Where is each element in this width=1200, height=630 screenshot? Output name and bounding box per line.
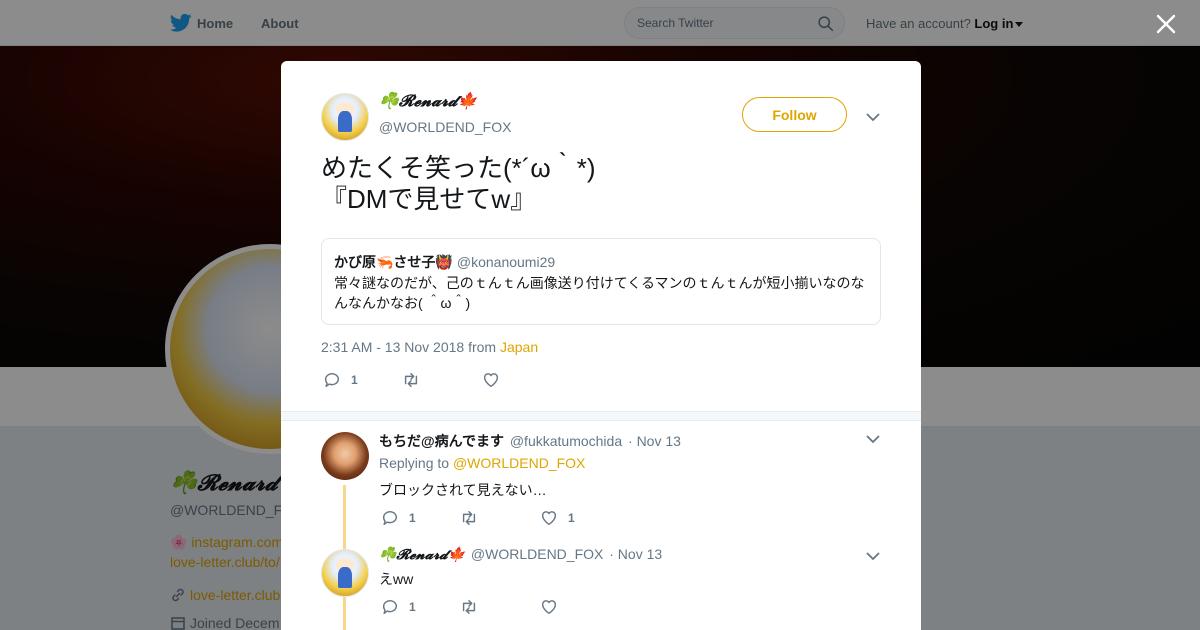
reply-author-name: ☘️𝓡𝓮𝓷𝓪𝓻𝓭🍁 bbox=[379, 547, 466, 563]
reply-avatar[interactable] bbox=[321, 432, 369, 480]
quoted-author-name: かび原🦐させ子👹 bbox=[334, 254, 453, 270]
tweet-timestamp: 2:31 AM - 13 Nov 2018 from Japan bbox=[321, 339, 538, 355]
author-username[interactable]: @WORLDEND_FOX bbox=[379, 119, 511, 135]
quoted-author-handle: @konanoumi29 bbox=[456, 254, 556, 270]
chevron-down-icon[interactable] bbox=[866, 112, 880, 122]
replying-to-mention[interactable]: @WORLDEND_FOX bbox=[453, 455, 585, 471]
reply-icon bbox=[382, 600, 397, 615]
tweet-modal: ☘️𝓡𝓮𝓷𝓪𝓻𝓭🍁 @WORLDEND_FOX Follow めたくそ笑った(*… bbox=[281, 61, 921, 630]
replies-divider bbox=[281, 411, 921, 421]
reply-author-name: もちだ@病んでます bbox=[379, 433, 504, 449]
reply-button[interactable]: 1 bbox=[323, 371, 358, 389]
author-display-name[interactable]: ☘️𝓡𝓮𝓷𝓪𝓻𝓭🍁 bbox=[379, 91, 477, 111]
chevron-down-icon[interactable] bbox=[866, 551, 880, 561]
follow-button[interactable]: Follow bbox=[742, 97, 847, 132]
tweet-text: めたくそ笑った(*´ω｀*) 『DMで見せてw』 bbox=[321, 153, 596, 214]
reply-count: 1 bbox=[409, 600, 416, 614]
retweet-button[interactable] bbox=[460, 509, 478, 527]
replying-to-label: Replying to bbox=[379, 455, 450, 471]
like-button[interactable] bbox=[482, 371, 510, 389]
quoted-tweet[interactable]: かび原🦐させ子👹 @konanoumi29 常々謎なのだが、己のｔんｔん画像送り付… bbox=[321, 238, 881, 325]
like-button[interactable] bbox=[540, 598, 558, 616]
avatar-dress bbox=[338, 567, 352, 589]
author-avatar[interactable] bbox=[321, 93, 369, 141]
tweet-time[interactable]: 2:31 AM - 13 Nov 2018 bbox=[321, 339, 464, 355]
reply-text: ブロックされて見えない… bbox=[379, 482, 547, 498]
chevron-down-icon[interactable] bbox=[866, 434, 880, 444]
close-icon[interactable] bbox=[1155, 13, 1177, 35]
heart-icon bbox=[483, 373, 499, 388]
retweet-button[interactable] bbox=[402, 371, 430, 389]
retweet-button[interactable] bbox=[460, 598, 478, 616]
heart-icon bbox=[541, 511, 557, 526]
reply-button[interactable]: 1 bbox=[381, 598, 416, 616]
reply-avatar[interactable] bbox=[321, 549, 369, 597]
reply-author[interactable]: ☘️𝓡𝓮𝓷𝓪𝓻𝓭🍁 @WORLDEND_FOX · Nov 13 bbox=[379, 546, 662, 563]
like-count: 1 bbox=[568, 511, 575, 525]
reply-count: 1 bbox=[409, 511, 416, 525]
reply-icon bbox=[382, 511, 397, 526]
quoted-text: 常々謎なのだが、己のｔんｔん画像送り付けてくるマンのｔんｔんが短小揃いなのなんな… bbox=[334, 275, 865, 311]
reply-icon bbox=[324, 373, 339, 388]
tweet-location[interactable]: Japan bbox=[500, 339, 538, 355]
reply-date[interactable]: · Nov 13 bbox=[628, 433, 681, 449]
retweet-icon bbox=[404, 372, 418, 388]
avatar-dress bbox=[338, 111, 352, 133]
replying-to: Replying to @WORLDEND_FOX bbox=[379, 455, 585, 471]
heart-icon bbox=[541, 600, 557, 615]
reply-count: 1 bbox=[351, 373, 358, 387]
retweet-icon bbox=[462, 510, 476, 526]
reply-date[interactable]: · Nov 13 bbox=[609, 546, 662, 562]
like-button[interactable]: 1 bbox=[540, 509, 575, 527]
retweet-icon bbox=[462, 599, 476, 615]
reply-button[interactable]: 1 bbox=[381, 509, 416, 527]
quoted-author[interactable]: かび原🦐させ子👹 @konanoumi29 bbox=[334, 252, 555, 272]
reply-author-handle: @WORLDEND_FOX bbox=[470, 546, 604, 562]
reply-text: えww bbox=[379, 571, 414, 587]
reply-author[interactable]: もちだ@病んでます @fukkatumochida · Nov 13 bbox=[379, 431, 681, 451]
reply-author-handle: @fukkatumochida bbox=[509, 433, 623, 449]
from-label: from bbox=[468, 339, 497, 355]
